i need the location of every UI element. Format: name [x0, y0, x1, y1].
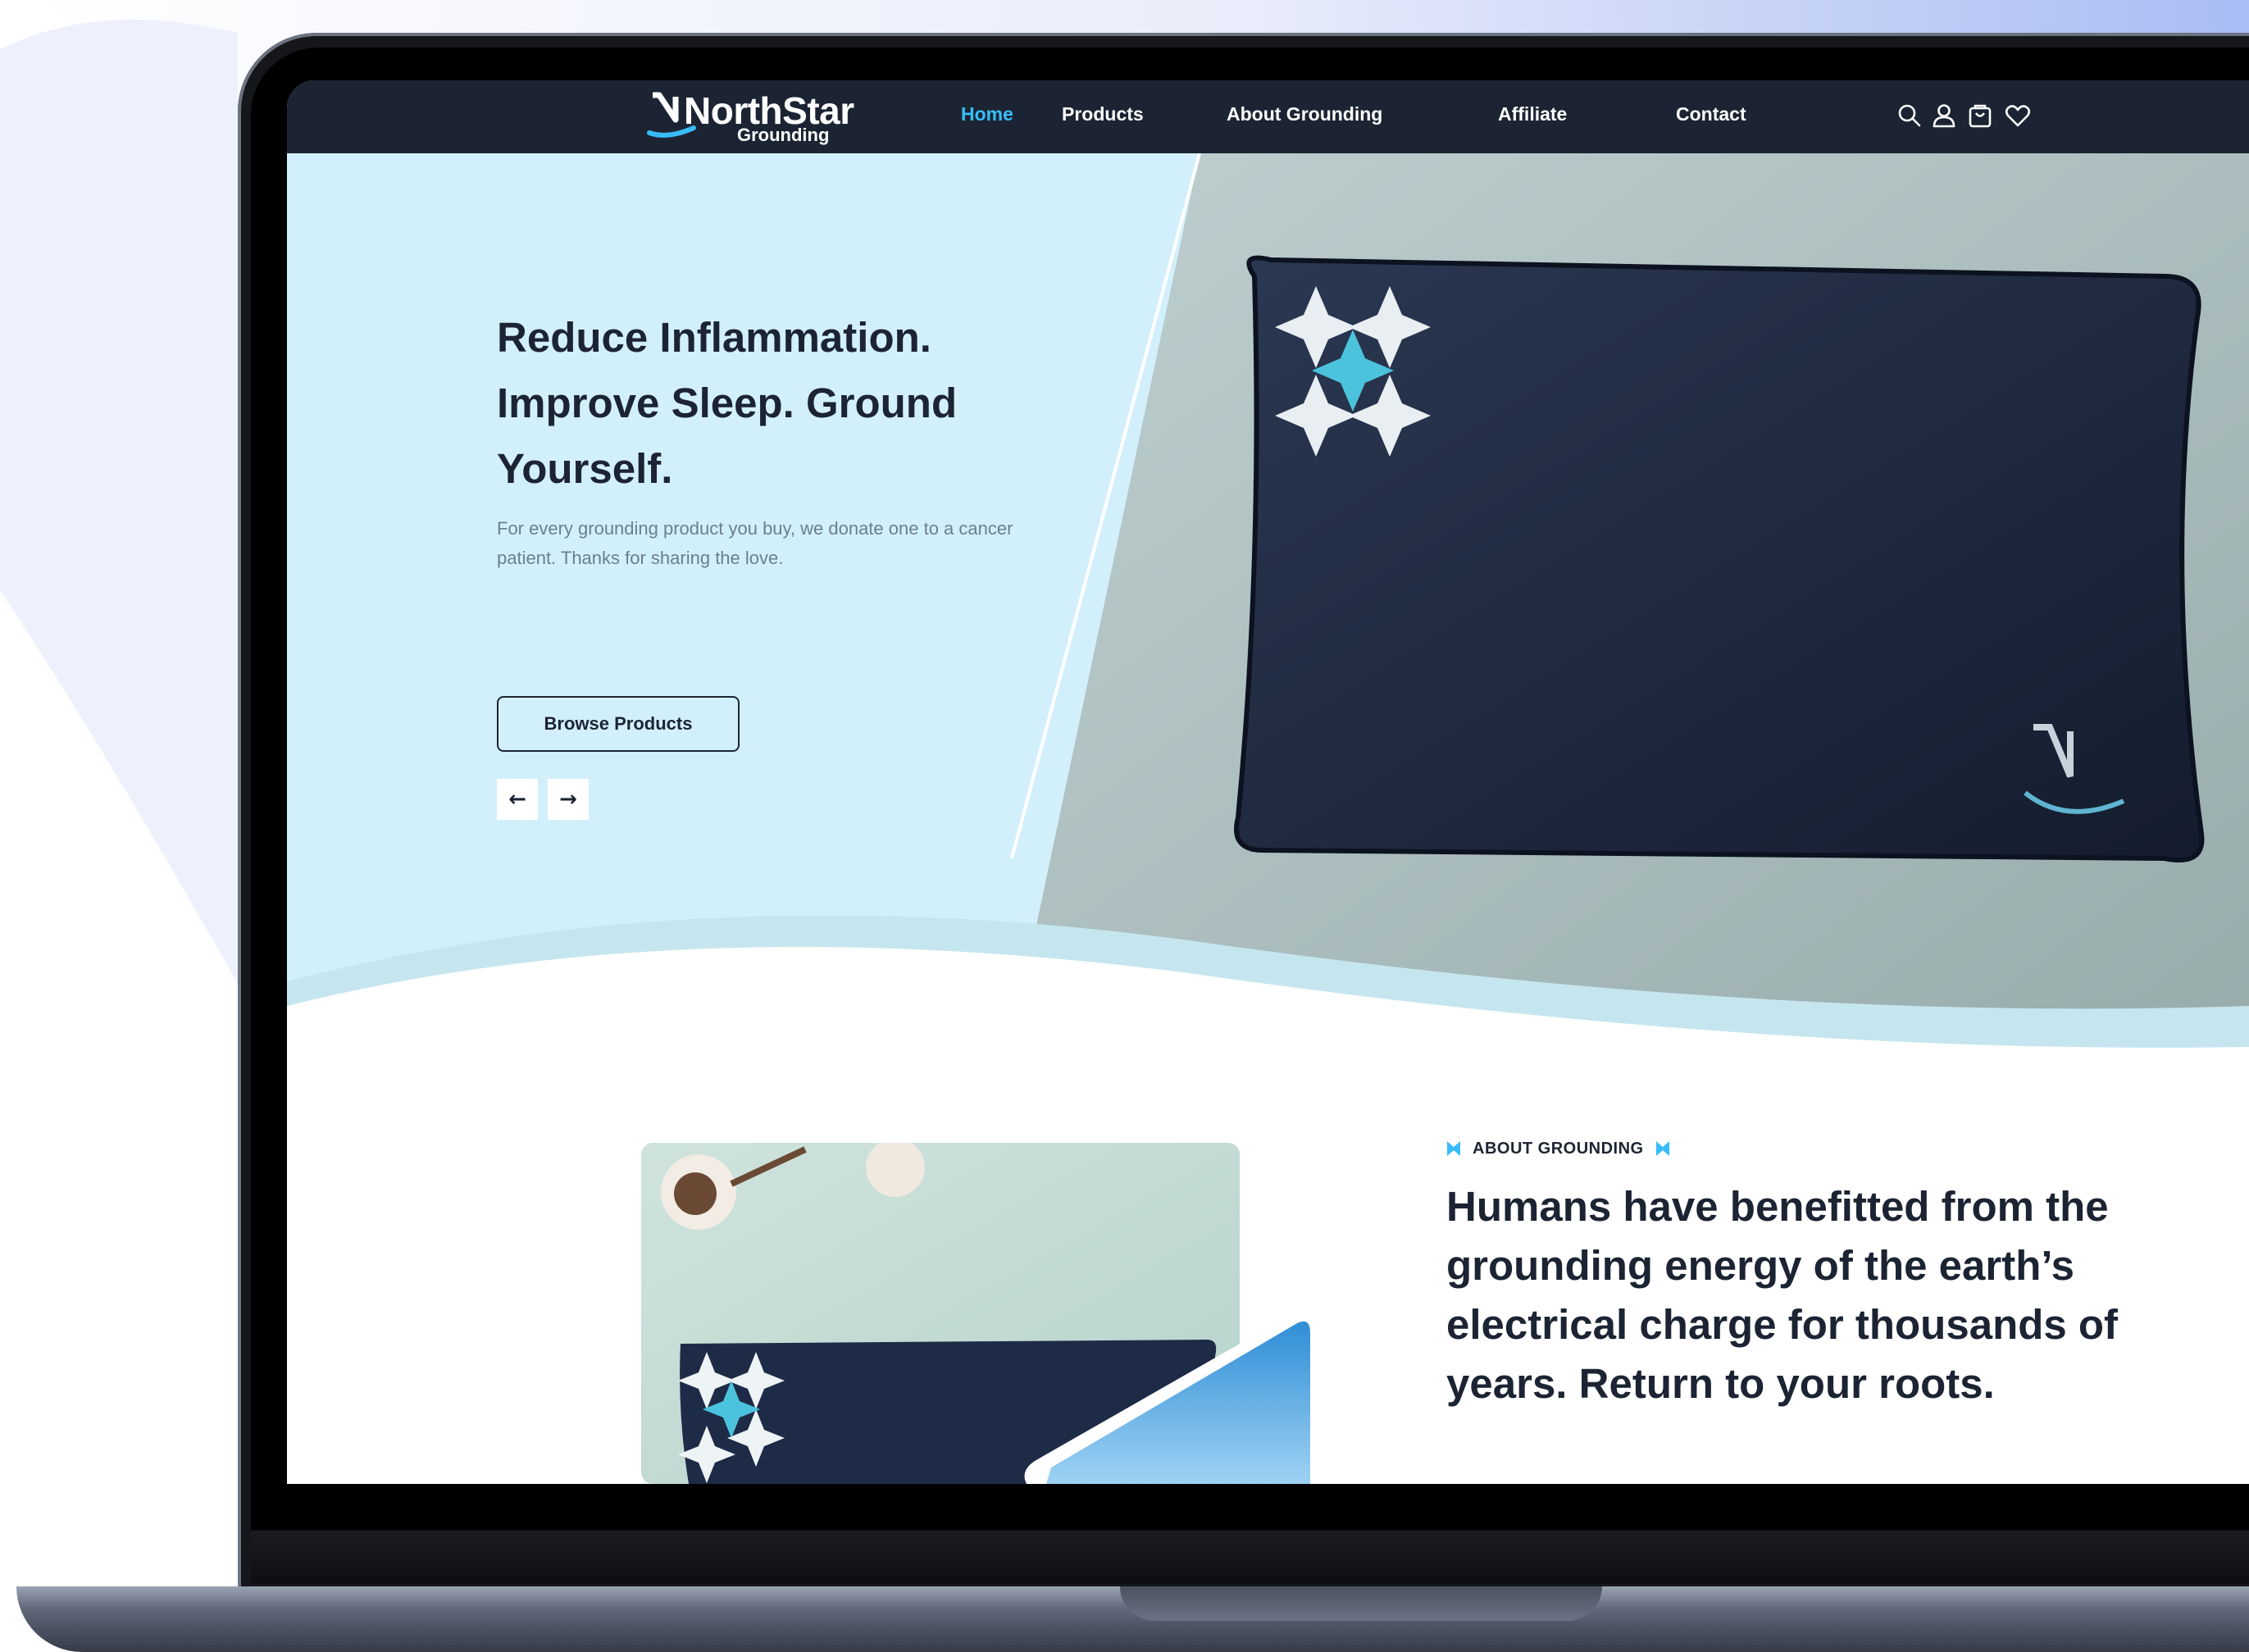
- bowtie-icon: [1655, 1141, 1669, 1156]
- hero-pillow-image: [287, 153, 2249, 1096]
- top-navigation: NorthStar Grounding Home Products About …: [287, 80, 2249, 153]
- brand-tagline: Grounding: [737, 125, 830, 145]
- bowtie-icon: [1447, 1141, 1460, 1156]
- about-eyebrow-label: ABOUT GROUNDING: [1473, 1139, 1644, 1158]
- nav-about-grounding[interactable]: About Grounding: [1227, 103, 1382, 125]
- nav-home[interactable]: Home: [961, 103, 1013, 125]
- about-eyebrow: ABOUT GROUNDING: [1446, 1136, 1670, 1161]
- hero-headline: Reduce Inflammation. Improve Sleep. Grou…: [497, 314, 958, 492]
- heart-icon[interactable]: [2004, 102, 2032, 130]
- laptop-notch: [1120, 1586, 1602, 1621]
- nav-contact[interactable]: Contact: [1676, 103, 1746, 125]
- nav-affiliate[interactable]: Affiliate: [1498, 103, 1567, 125]
- cart-icon[interactable]: [1966, 102, 1994, 130]
- browser-screen: NorthStar Grounding Home Products About …: [287, 80, 2249, 1484]
- hero-subtext: For every grounding product you buy, we …: [497, 518, 1013, 568]
- nav-products[interactable]: Products: [1062, 103, 1144, 125]
- northstar-logo[interactable]: NorthStar Grounding: [643, 87, 856, 148]
- hero-section: Reduce Inflammation. Improve Sleep. Grou…: [287, 153, 2249, 1096]
- about-pillow-image: [641, 1143, 1318, 1484]
- slider-next-button[interactable]: →: [548, 779, 589, 820]
- user-icon[interactable]: [1930, 102, 1958, 130]
- about-heading: Humans have benefitted from the groundin…: [1446, 1183, 2119, 1407]
- search-icon[interactable]: [1896, 102, 1923, 130]
- slider-prev-button[interactable]: ←: [497, 779, 538, 820]
- browse-products-button[interactable]: Browse Products: [497, 696, 740, 752]
- laptop-chin: [251, 1486, 2249, 1584]
